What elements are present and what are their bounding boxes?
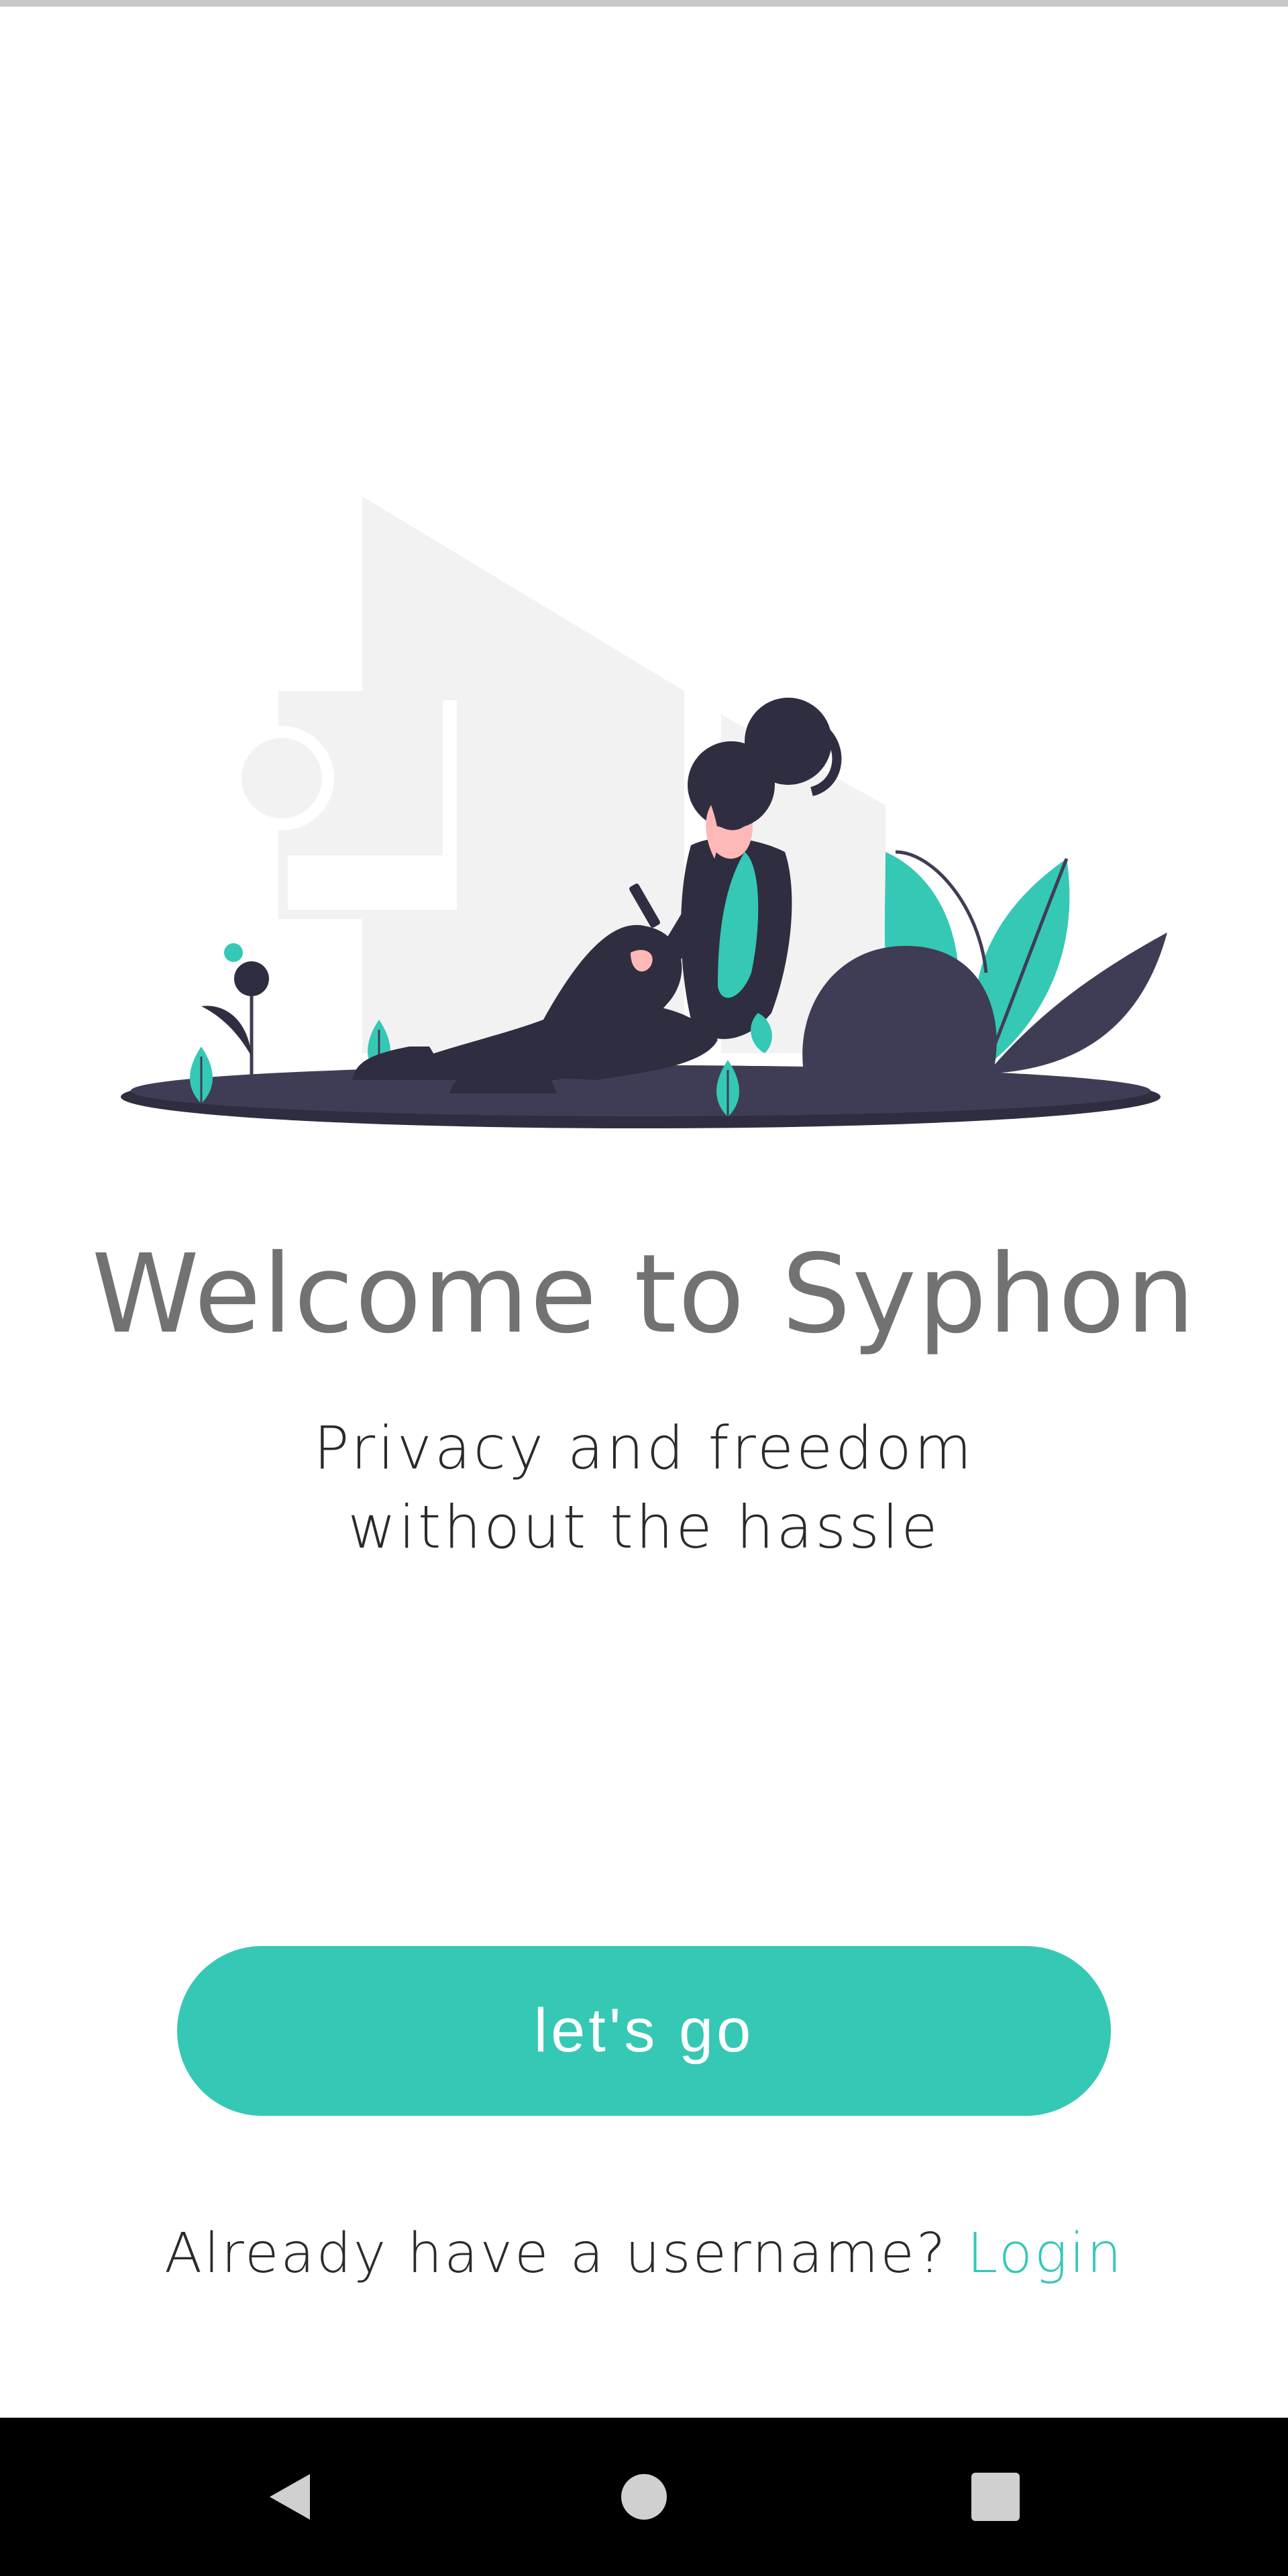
home-button[interactable] (570, 2418, 718, 2576)
login-link[interactable]: Login (967, 2222, 1123, 2286)
tagline: Privacy and freedom without the hassle (241, 1409, 1046, 1567)
home-circle-icon (621, 2474, 667, 2520)
tagline-line-1: Privacy and freedom (313, 1413, 975, 1483)
login-prompt-text: Already have a username? (164, 2222, 948, 2286)
system-navigation-bar (0, 2418, 1288, 2576)
welcome-illustration (114, 490, 1174, 1134)
tagline-line-2: without the hassle (347, 1493, 941, 1562)
status-bar (0, 0, 1288, 7)
recents-square-icon (971, 2473, 1020, 2521)
back-button[interactable] (217, 2418, 365, 2576)
lets-go-button[interactable]: let's go (177, 1946, 1111, 2116)
login-prompt: Already have a username? Login (0, 2214, 1288, 2294)
recents-button[interactable] (922, 2418, 1069, 2576)
welcome-title: Welcome to Syphon (91, 1232, 1197, 1358)
back-triangle-icon (270, 2474, 310, 2520)
